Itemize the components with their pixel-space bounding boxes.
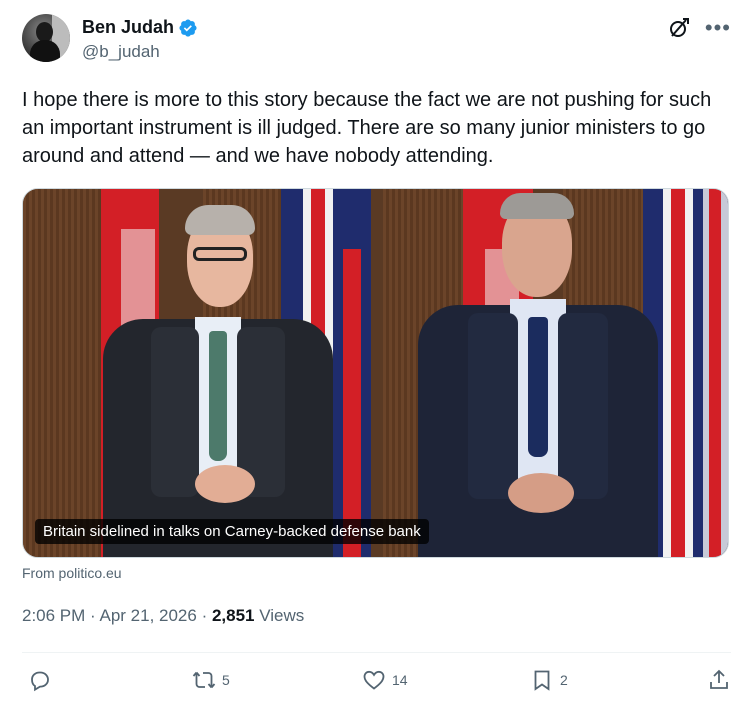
like-count: 14 bbox=[392, 672, 408, 688]
tweet-meta: 2:06 PM · Apr 21, 2026 · 2,851 Views bbox=[22, 606, 304, 626]
action-bar: 5 14 2 bbox=[22, 668, 731, 700]
grok-icon[interactable] bbox=[667, 16, 691, 40]
tweet-text: I hope there is more to this story becau… bbox=[22, 89, 712, 167]
views-count: 2,851 bbox=[211, 606, 255, 625]
tweet-time[interactable]: 2:06 PM bbox=[22, 606, 85, 625]
link-card-title[interactable]: Britain sidelined in talks on Carney-bac… bbox=[35, 519, 429, 544]
heart-icon bbox=[363, 670, 385, 690]
share-icon bbox=[710, 669, 728, 689]
repost-count: 5 bbox=[222, 672, 230, 688]
bookmark-icon bbox=[534, 670, 550, 691]
bookmark-button[interactable]: 2 bbox=[530, 668, 568, 692]
reply-icon bbox=[31, 671, 49, 692]
share-button[interactable] bbox=[707, 668, 731, 692]
meta-separator: · bbox=[196, 606, 212, 625]
more-icon[interactable]: ••• bbox=[705, 17, 731, 39]
avatar[interactable] bbox=[22, 14, 70, 62]
like-button[interactable]: 14 bbox=[362, 668, 408, 692]
repost-icon bbox=[192, 671, 216, 689]
views-label: Views bbox=[254, 606, 305, 625]
display-name[interactable]: Ben Judah bbox=[82, 17, 174, 38]
link-card-source[interactable]: From politico.eu bbox=[22, 565, 122, 581]
repost-button[interactable]: 5 bbox=[192, 668, 230, 692]
reply-button[interactable] bbox=[28, 668, 58, 692]
meta-separator: · bbox=[85, 606, 100, 625]
person-left bbox=[103, 199, 333, 557]
divider bbox=[22, 652, 731, 653]
handle[interactable]: @b_judah bbox=[82, 42, 160, 62]
verified-badge-icon bbox=[179, 18, 197, 37]
tweet-date[interactable]: Apr 21, 2026 bbox=[99, 606, 196, 625]
person-right bbox=[418, 189, 658, 557]
name-row: Ben Judah bbox=[82, 17, 198, 38]
top-actions: ••• bbox=[667, 16, 731, 40]
link-card-image[interactable]: Britain sidelined in talks on Carney-bac… bbox=[22, 188, 729, 558]
bookmark-count: 2 bbox=[560, 672, 568, 688]
tweet-header: Ben Judah @b_judah ••• bbox=[22, 14, 731, 66]
